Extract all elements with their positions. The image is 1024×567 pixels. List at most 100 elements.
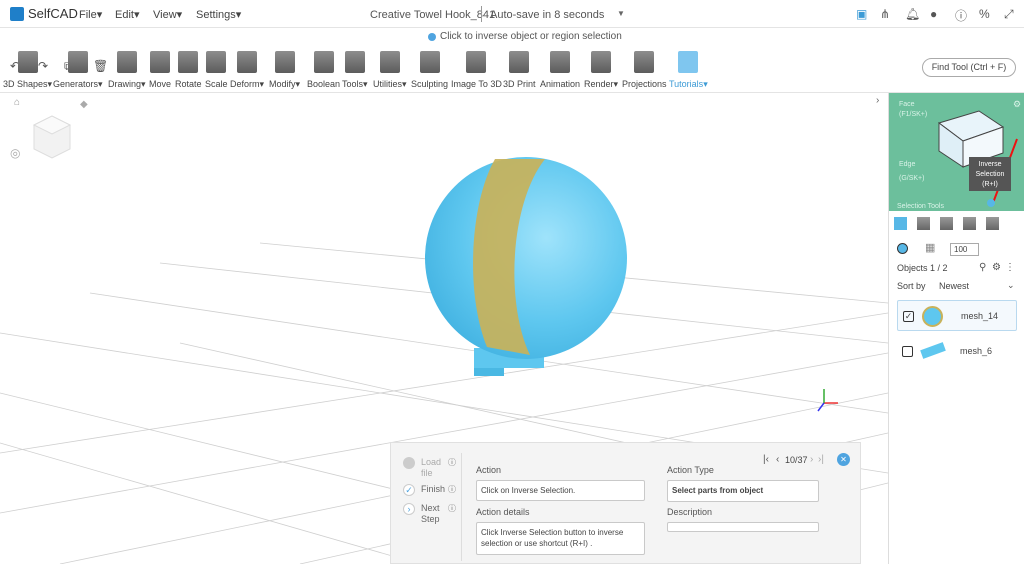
tool-image-to-3d[interactable]: Image To 3D <box>451 51 502 89</box>
object-more-icon[interactable]: ⋮ <box>1005 262 1015 273</box>
view-cube <box>32 115 72 159</box>
info-dot-icon <box>428 32 436 41</box>
edge-shortcut: (G/SK+) <box>899 175 925 182</box>
select-vertex-icon[interactable] <box>963 217 976 230</box>
step-finish[interactable]: Finish <box>421 484 445 494</box>
home-view-icon: ⌂ <box>14 97 20 108</box>
next-step-info-icon[interactable]: ⓘ <box>448 503 456 514</box>
select-face-icon[interactable] <box>917 217 930 230</box>
tool-label-wrap: Boolean <box>307 79 340 89</box>
tool-deform[interactable]: Deform▾ <box>230 51 264 90</box>
finish-check-icon: ✓ <box>403 484 415 496</box>
tool-label: Scale <box>205 79 228 89</box>
step-counter: 10/37 <box>785 455 808 465</box>
menu-edit[interactable]: Edit▾ <box>115 8 140 21</box>
object-search-icon[interactable]: ⚲ <box>979 262 986 273</box>
tool-scale[interactable]: Scale <box>205 51 228 89</box>
sort-select[interactable]: Newest <box>939 281 969 291</box>
info-icon[interactable]: ⓘ <box>955 7 967 24</box>
select-region-icon[interactable] <box>986 217 999 230</box>
3d-shapes-icon <box>17 51 38 73</box>
save-icon[interactable]: ▣ <box>856 7 867 21</box>
close-tutorial-icon[interactable]: ✕ <box>837 453 850 466</box>
last-step-icon[interactable]: ›| <box>818 454 824 465</box>
cube-settings-icon[interactable]: ⚙ <box>1013 99 1021 110</box>
tool-label-wrap: Image To 3D <box>451 79 502 89</box>
tool-label-wrap: 3D Print <box>503 79 536 89</box>
object-checkbox[interactable] <box>902 346 913 357</box>
find-tool-input[interactable]: Find Tool (Ctrl + F) <box>922 58 1016 77</box>
units-icon[interactable]: % <box>979 7 990 21</box>
drawing-icon <box>116 51 137 73</box>
dropdown-caret-icon: ▾ <box>47 79 53 89</box>
tool-render[interactable]: Render▾ <box>584 51 618 90</box>
color-swatch-icon[interactable] <box>897 243 908 254</box>
generators-icon <box>67 51 88 73</box>
account-icon[interactable]: ● <box>930 7 937 21</box>
object-checkbox[interactable]: ✓ <box>903 311 914 322</box>
load-file-info-icon[interactable]: ⓘ <box>448 457 456 468</box>
tool-drawing[interactable]: Drawing▾ <box>108 51 146 90</box>
menu-file[interactable]: File▾ <box>79 8 102 21</box>
menu-view[interactable]: View▾ <box>153 8 182 21</box>
prev-step-icon[interactable]: ‹ <box>776 454 779 465</box>
tool-label-wrap: Scale <box>205 79 228 89</box>
object-settings-icon[interactable]: ⚙ <box>992 262 1001 273</box>
load-file-step-icon <box>403 457 415 469</box>
next-step-chevron-icon[interactable]: › <box>403 503 415 515</box>
tool-projections[interactable]: Projections <box>622 51 667 89</box>
opacity-input[interactable]: 100 <box>950 243 979 256</box>
axis-gizmo <box>817 389 838 412</box>
tool-modify[interactable]: Modify▾ <box>269 51 300 90</box>
collapse-panel-icon[interactable]: › <box>876 95 879 106</box>
texture-icon[interactable]: ▦ <box>925 241 935 254</box>
tutorials-icon <box>678 51 699 73</box>
tool-tools[interactable]: Tools▾ <box>342 51 368 90</box>
face-label: Face <box>899 101 915 108</box>
step-next[interactable]: Next Step <box>421 503 445 525</box>
tool-label-wrap: Deform▾ <box>230 79 264 90</box>
tool-tutorials[interactable]: Tutorials▾ <box>669 51 708 90</box>
move-icon <box>150 51 170 73</box>
menu-settings[interactable]: Settings▾ <box>196 8 241 21</box>
select-object-icon[interactable] <box>894 217 907 230</box>
right-panel: Face (F1/SK+) Edge (G/SK+) Selection Too… <box>888 93 1024 564</box>
step-load-file[interactable]: Load file <box>421 457 443 479</box>
action-type-field: Select parts from object <box>667 480 819 502</box>
next-step-nav-icon[interactable]: › <box>810 454 813 465</box>
inverse-selection-button[interactable] <box>987 199 995 207</box>
tool-3d-print[interactable]: 3D Print <box>503 51 536 89</box>
tool-animation[interactable]: Animation <box>540 51 580 89</box>
share-icon[interactable]: ⋔ <box>880 7 890 21</box>
sculpting-icon <box>419 51 440 73</box>
object-row-mesh-14[interactable]: ✓ mesh_14 <box>897 300 1017 331</box>
tool-label: Animation <box>540 79 581 89</box>
tool-label: Generators <box>53 79 99 89</box>
tool-label-wrap: Render▾ <box>584 79 618 90</box>
tool-sculpting[interactable]: Sculpting <box>411 51 448 89</box>
tool-label-wrap: Tools▾ <box>342 79 368 90</box>
select-edge-icon[interactable] <box>940 217 953 230</box>
notification-bell-icon[interactable]: 🔔︎ <box>905 7 920 21</box>
selection-hint: Click to inverse object or region select… <box>428 31 622 42</box>
finish-info-icon[interactable]: ⓘ <box>448 484 456 495</box>
selection-cube-preview[interactable]: Face (F1/SK+) Edge (G/SK+) Selection Too… <box>889 93 1024 211</box>
app-logo[interactable]: SelfCAD <box>10 6 78 21</box>
sort-label: Sort by <box>897 281 926 291</box>
tool-move[interactable]: Move <box>149 51 171 89</box>
tool-3d-shapes[interactable]: 3D Shapes▾ <box>3 51 52 90</box>
first-step-icon[interactable]: |‹ <box>763 454 769 465</box>
tool-rotate[interactable]: Rotate <box>175 51 202 89</box>
tool-utilities[interactable]: Utilities▾ <box>373 51 407 90</box>
tool-generators[interactable]: Generators▾ <box>53 51 103 90</box>
deform-icon <box>237 51 258 73</box>
boolean-icon <box>313 51 334 73</box>
fullscreen-icon[interactable]: ⤢ <box>1004 7 1014 22</box>
tool-label: Tutorials <box>669 79 704 89</box>
autosave-status: Auto-save in 8 seconds <box>490 9 605 21</box>
object-row-mesh-6[interactable]: mesh_6 <box>897 336 1017 367</box>
tool-boolean[interactable]: Boolean <box>307 51 340 89</box>
sort-chevron-down-icon[interactable]: ⌄ <box>1007 280 1015 291</box>
autosave-dropdown-icon[interactable]: ▼ <box>617 9 625 18</box>
document-title[interactable]: Creative Towel Hook_841 <box>370 9 495 21</box>
